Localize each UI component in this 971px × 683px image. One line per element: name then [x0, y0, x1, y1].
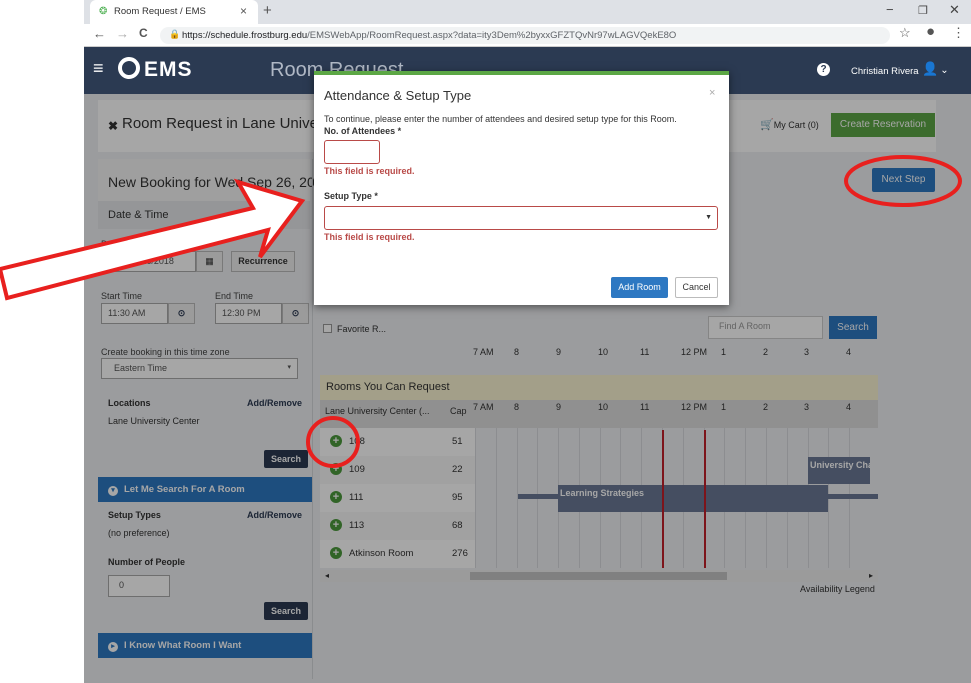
tab-close-icon[interactable]: ×	[240, 4, 247, 18]
hamburger-menu-icon[interactable]: ≡	[93, 59, 104, 77]
dialog-title: Attendance & Setup Type	[324, 88, 472, 103]
setup-type-select[interactable]: ▼	[324, 206, 718, 230]
maximize-icon[interactable]: ❐	[918, 4, 928, 17]
cancel-button[interactable]: Cancel	[675, 277, 718, 298]
forward-icon[interactable]: →	[116, 26, 129, 41]
attendees-label: No. of Attendees *	[324, 126, 402, 136]
user-name[interactable]: Christian Rivera	[851, 66, 919, 77]
url-text: https://schedule.frostburg.edu/EMSWebApp…	[182, 30, 677, 41]
attendees-input[interactable]	[324, 140, 380, 164]
user-icon[interactable]: 👤 ⌄	[922, 61, 949, 77]
address-bar[interactable]: 🔒 https://schedule.frostburg.edu/EMSWebA…	[160, 27, 890, 44]
setup-type-label: Setup Type *	[324, 191, 378, 201]
user-caret-icon[interactable]: ⌄	[940, 65, 948, 76]
tab-title: Room Request / EMS	[114, 6, 206, 17]
bookmark-star-icon[interactable]: ☆	[899, 25, 911, 41]
minimize-icon[interactable]: −	[886, 2, 894, 17]
dialog-close-icon[interactable]: ×	[709, 87, 715, 99]
new-tab-icon[interactable]: +	[263, 2, 272, 19]
ems-favicon-icon: ❂	[99, 6, 108, 17]
add-room-button[interactable]: Add Room	[611, 277, 668, 298]
profile-icon[interactable]: ●	[926, 23, 935, 40]
browser-menu-icon[interactable]: ⋮	[952, 25, 965, 41]
browser-tab[interactable]: ❂ Room Request / EMS ×	[90, 0, 258, 24]
help-icon[interactable]: ?	[817, 63, 830, 76]
attendees-error: This field is required.	[324, 166, 415, 176]
back-icon[interactable]: ←	[93, 26, 106, 41]
ems-logo-icon	[118, 57, 140, 79]
attendance-setup-dialog: Attendance & Setup Type × To continue, p…	[314, 71, 729, 305]
dialog-instructions: To continue, please enter the number of …	[324, 114, 677, 124]
setup-type-error: This field is required.	[324, 232, 415, 242]
brand-name: EMS	[144, 58, 193, 81]
select-caret-icon: ▼	[705, 214, 712, 221]
window-close-icon[interactable]: ✕	[949, 2, 960, 18]
reload-icon[interactable]: C	[139, 26, 148, 40]
lock-icon: 🔒	[169, 29, 181, 39]
